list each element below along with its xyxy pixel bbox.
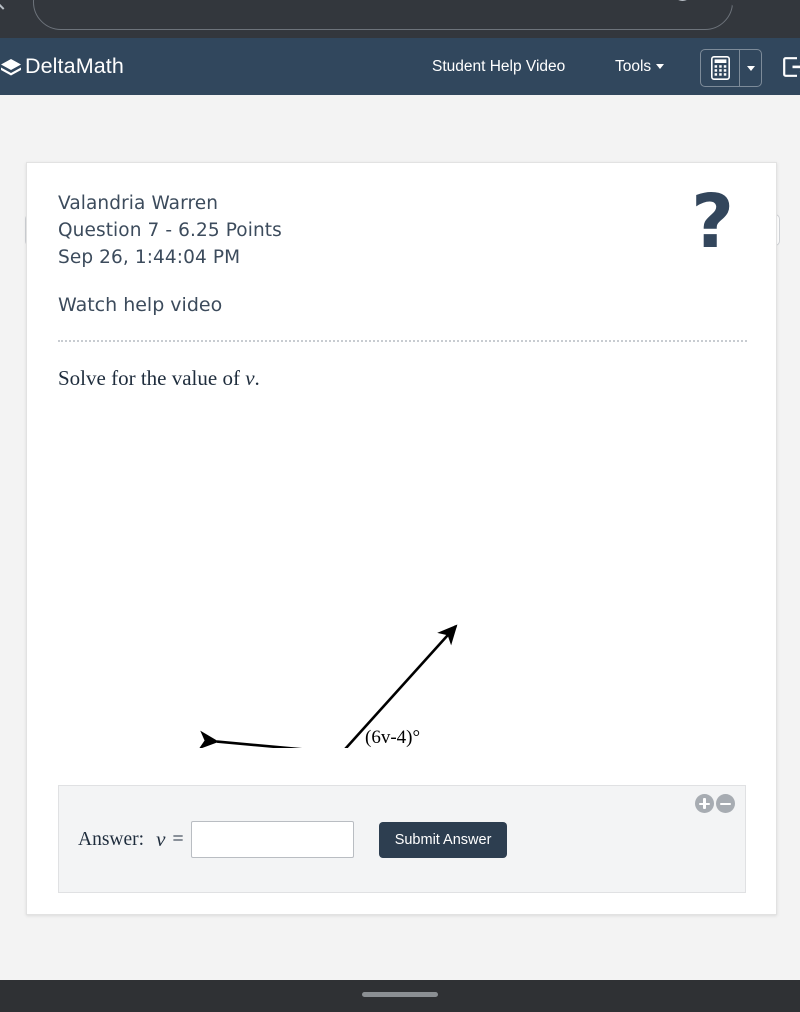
- angle-diagram-svg: 50° (6v-4)°: [198, 624, 471, 899]
- brand-logo[interactable]: DeltaMath: [0, 54, 124, 79]
- minus-bar: [720, 802, 731, 806]
- question-meta: Valandria Warren Question 7 - 6.25 Point…: [58, 190, 282, 271]
- answer-label: Answer:: [78, 828, 145, 850]
- tools-menu[interactable]: Tools: [615, 57, 665, 76]
- system-bar: [0, 980, 800, 1012]
- deltamath-logo-icon: [0, 58, 22, 76]
- url-bar[interactable]: [33, 0, 733, 30]
- zoom-controls: [695, 794, 735, 813]
- question-card: Valandria Warren Question 7 - 6.25 Point…: [26, 162, 777, 915]
- navbar: DeltaMath Student Help Video Tools: [0, 38, 800, 95]
- prompt-variable: v: [245, 366, 255, 390]
- calculator-dropdown-button[interactable]: [739, 50, 761, 86]
- question-prompt: Solve for the value of v.: [58, 366, 260, 391]
- question-timestamp: Sep 26, 1:44:04 PM: [58, 247, 241, 268]
- logout-icon: [783, 57, 800, 77]
- answer-equals-sign: =: [172, 828, 184, 850]
- angle-label-expression: (6v-4)°: [365, 727, 420, 748]
- plus-vertical-bar: [703, 798, 706, 809]
- question-points: Question 7 - 6.25 Points: [58, 220, 282, 241]
- submit-answer-button[interactable]: Submit Answer: [378, 821, 508, 858]
- brand-label: DeltaMath: [25, 54, 124, 78]
- tools-label: Tools: [615, 57, 652, 75]
- chevron-down-icon: [746, 65, 755, 71]
- student-name: Valandria Warren: [58, 193, 219, 214]
- answer-variable: v: [156, 827, 166, 851]
- watch-help-video-link[interactable]: Watch help video: [58, 294, 222, 316]
- zoom-out-icon[interactable]: [716, 794, 735, 813]
- question-mark-icon: ?: [691, 179, 734, 265]
- prompt-period: .: [254, 366, 260, 390]
- answer-input[interactable]: [190, 821, 354, 858]
- browser-back-icon[interactable]: [0, 0, 16, 10]
- zoom-in-icon[interactable]: [695, 794, 714, 813]
- logout-button[interactable]: [783, 57, 800, 77]
- diagonal-line: [209, 624, 458, 899]
- card-divider: [58, 340, 747, 342]
- answer-row: Answer: v = Submit Answer: [78, 821, 508, 858]
- calculator-icon: [710, 56, 730, 80]
- home-indicator[interactable]: [362, 992, 438, 997]
- student-help-video-link[interactable]: Student Help Video: [432, 58, 565, 76]
- horizontal-line: [198, 730, 471, 773]
- answer-panel: Answer: v = Submit Answer: [58, 785, 746, 893]
- browser-chrome: www.deltamath.com: [0, 0, 800, 38]
- angle-diagram: 50° (6v-4)°: [27, 418, 776, 899]
- calculator-group: [700, 49, 762, 87]
- prompt-text: Solve for the value of: [58, 366, 246, 390]
- nav-links: Student Help Video: [432, 58, 565, 76]
- question-toolbar: Back 27 minutes remaining Show Example P…: [0, 95, 800, 246]
- calculator-button[interactable]: [701, 50, 739, 86]
- chevron-down-icon: [656, 64, 665, 69]
